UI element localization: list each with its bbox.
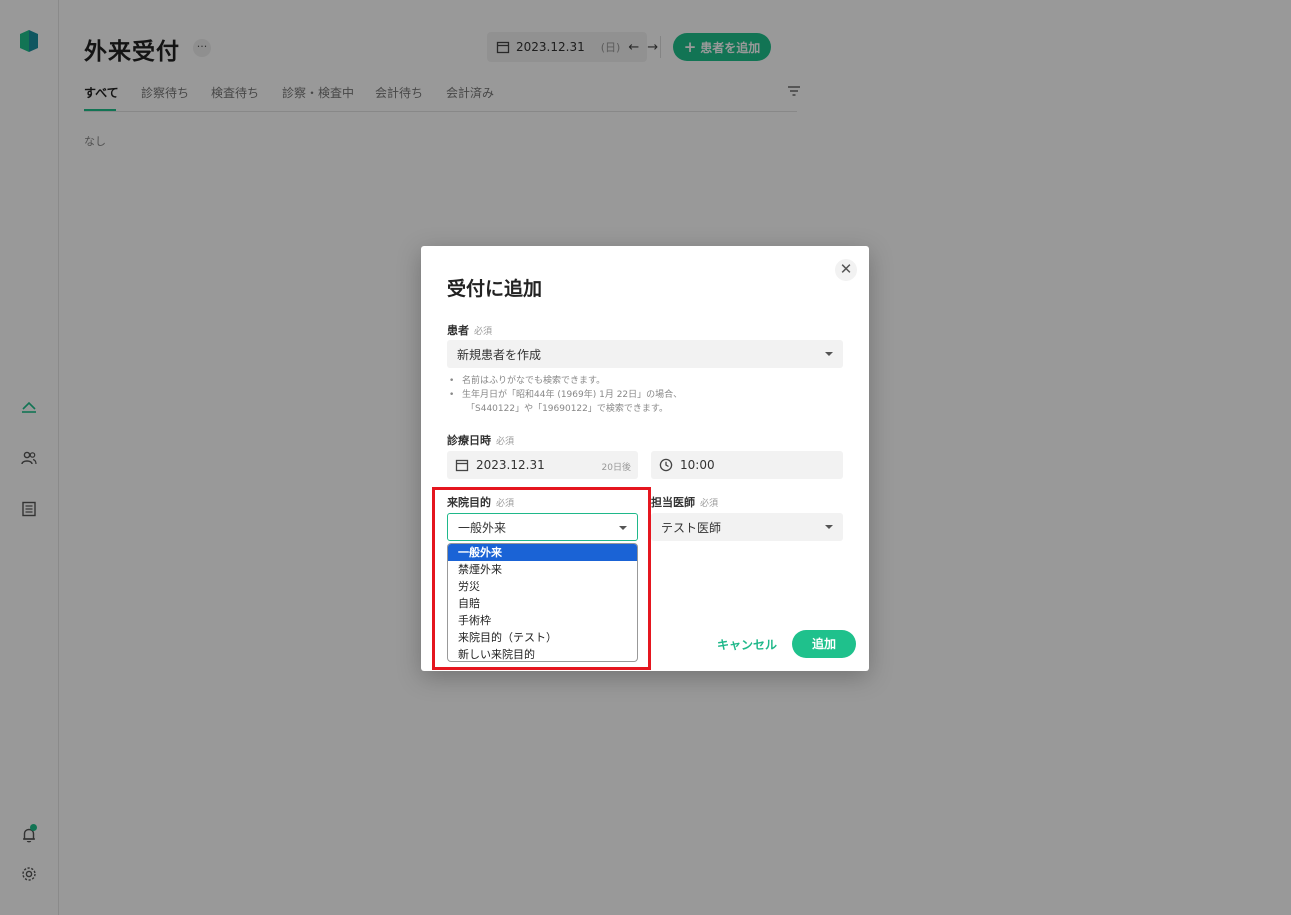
doctor-select[interactable]: テスト医師 bbox=[651, 513, 843, 541]
visit-time-value: 10:00 bbox=[680, 458, 715, 472]
chevron-down-icon bbox=[825, 352, 833, 356]
patient-label-text: 患者 bbox=[447, 324, 469, 337]
hint-item: 名前はふりがなでも検索できます。 bbox=[447, 374, 682, 388]
doctor-label-text: 担当医師 bbox=[651, 496, 695, 509]
hint-item-continuation: 「S440122」や「19690122」で検索できます。 bbox=[466, 404, 668, 414]
required-tag: 必須 bbox=[474, 327, 493, 337]
patient-search-hints: 名前はふりがなでも検索できます。 生年月日が「昭和44年 (1969年) 1月 … bbox=[447, 374, 682, 416]
visit-time-field[interactable]: 10:00 bbox=[651, 451, 843, 479]
patient-select-value: 新規患者を作成 bbox=[457, 347, 542, 362]
calendar-icon bbox=[455, 458, 469, 472]
doctor-label: 担当医師 必須 bbox=[651, 494, 718, 510]
required-tag: 必須 bbox=[496, 437, 515, 447]
visit-date-value: 2023.12.31 bbox=[476, 458, 545, 472]
app-root: 外来受付 ··· 2023.12.31 (日) ← → + 患者を追加 すべて … bbox=[0, 0, 1291, 915]
dialog-title: 受付に追加 bbox=[447, 278, 543, 300]
highlight-annotation-box bbox=[432, 487, 651, 670]
doctor-select-value: テスト医師 bbox=[661, 520, 722, 535]
visit-date-field[interactable]: 2023.12.31 20日後 bbox=[447, 451, 638, 479]
patient-select[interactable]: 新規患者を作成 bbox=[447, 340, 843, 368]
chevron-down-icon bbox=[825, 525, 833, 529]
clock-icon bbox=[659, 458, 673, 472]
cancel-button[interactable]: キャンセル bbox=[717, 636, 777, 653]
hint-item: 生年月日が「昭和44年 (1969年) 1月 22日」の場合、 bbox=[447, 388, 682, 402]
patient-label: 患者 必須 bbox=[447, 322, 492, 338]
add-button[interactable]: 追加 bbox=[792, 630, 856, 658]
datetime-label: 診療日時 必須 bbox=[447, 432, 514, 448]
close-icon[interactable]: ✕ bbox=[835, 259, 857, 281]
required-tag: 必須 bbox=[700, 499, 719, 509]
days-after-label: 20日後 bbox=[601, 463, 631, 473]
datetime-label-text: 診療日時 bbox=[447, 434, 491, 447]
